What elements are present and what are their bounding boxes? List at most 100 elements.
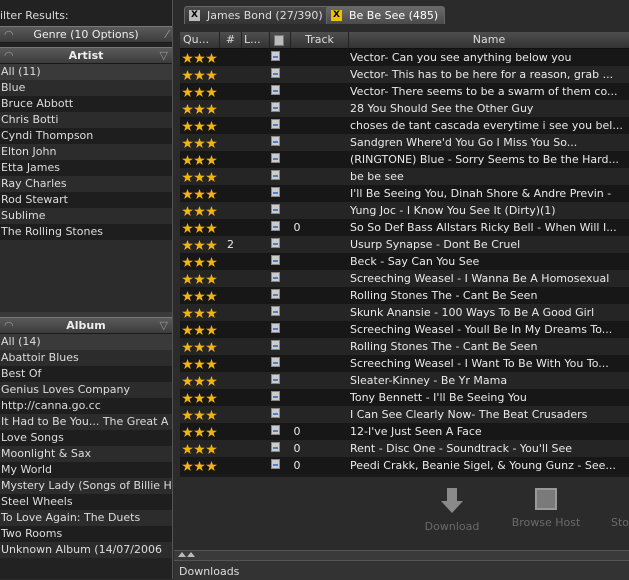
table-row[interactable]: choses de tant cascada everytime i see y… xyxy=(180,117,629,134)
row-track xyxy=(291,338,303,355)
table-row[interactable]: I Can See Clearly Now- The Beat Crusader… xyxy=(180,406,629,423)
column-number[interactable]: # xyxy=(220,32,242,49)
downloads-splitter[interactable] xyxy=(174,550,629,560)
table-row[interactable]: Tony Bennett - I'll Be Seeing You xyxy=(180,389,629,406)
star-icon xyxy=(206,376,217,386)
table-row[interactable]: Vector- There seems to be a swarm of the… xyxy=(180,83,629,100)
table-row[interactable]: Screeching Weasel - I Wanna Be A Homosex… xyxy=(180,270,629,287)
album-list-item[interactable]: Best Of xyxy=(0,366,172,382)
table-row[interactable]: (RINGTONE) Blue - Sorry Seems to Be the … xyxy=(180,151,629,168)
album-list-item[interactable]: Genius Loves Company xyxy=(0,382,172,398)
table-row[interactable]: I'll Be Seeing You, Dinah Shore & Andre … xyxy=(180,185,629,202)
table-row[interactable]: Rolling Stones The - Cant Be Seen xyxy=(180,287,629,304)
artist-list-item[interactable]: Elton John xyxy=(0,144,172,160)
column-file-type[interactable] xyxy=(270,32,291,49)
table-row[interactable]: 2 Usurp Synapse - Dont Be Cruel xyxy=(180,236,629,253)
album-header[interactable]: ◠ Album ▽ xyxy=(0,317,172,334)
row-track: 0 xyxy=(293,459,301,472)
artist-list-item[interactable]: Sublime xyxy=(0,208,172,224)
album-list-item[interactable]: Unknown Album (14/07/2006 xyxy=(0,542,172,558)
album-list-item[interactable]: My World xyxy=(0,462,172,478)
row-name: Screeching Weasel - Youll Be In My Dream… xyxy=(350,323,613,336)
row-name: choses de tant cascada everytime i see y… xyxy=(350,119,623,132)
star-icon xyxy=(206,359,217,369)
close-icon[interactable]: X xyxy=(189,10,200,21)
album-list-item[interactable]: Mystery Lady (Songs of Billie Ho xyxy=(0,478,172,494)
column-name[interactable]: Name xyxy=(349,32,629,49)
table-row[interactable]: Screeching Weasel - I Want To Be With Yo… xyxy=(180,355,629,372)
star-icon xyxy=(194,342,205,352)
table-row[interactable]: 0 Rent - Disc One - Soundtrack - You'll S… xyxy=(180,440,629,457)
table-row[interactable]: Skunk Anansie - 100 Ways To Be A Good Gi… xyxy=(180,304,629,321)
star-icon xyxy=(194,410,205,420)
table-row[interactable]: Sandgren Where'd You Go I Miss You So... xyxy=(180,134,629,151)
tab-be-be-see[interactable]: X Be Be See (485) xyxy=(326,6,446,24)
sort-icon[interactable]: ▽ xyxy=(160,48,168,63)
download-button[interactable]: Download xyxy=(407,488,497,533)
artist-list-item[interactable]: Bruce Abbott xyxy=(0,96,172,112)
album-list-item[interactable]: It Had to Be You... The Great A xyxy=(0,414,172,430)
table-row[interactable]: Beck - Say Can You See xyxy=(180,253,629,270)
album-list-item[interactable]: Abattoir Blues xyxy=(0,350,172,366)
artist-list-item[interactable]: Ray Charles xyxy=(0,176,172,192)
file-icon xyxy=(271,306,280,316)
collapse-icon[interactable]: ◠ xyxy=(4,27,14,42)
star-icon xyxy=(206,172,217,182)
collapse-icon[interactable]: ◠ xyxy=(4,318,14,333)
artist-header[interactable]: ◠ Artist ▽ xyxy=(0,47,172,64)
table-row[interactable]: Screeching Weasel - Youll Be In My Dream… xyxy=(180,321,629,338)
star-icon xyxy=(206,274,217,284)
stop-label: Sto xyxy=(611,516,629,529)
artist-list-item[interactable]: All (11) xyxy=(0,64,172,80)
downloads-bar[interactable]: Downloads xyxy=(174,560,629,580)
stop-button[interactable]: Sto xyxy=(611,488,629,529)
table-row[interactable]: Vector- This has to be here for a reason… xyxy=(180,66,629,83)
sort-icon[interactable]: ▽ xyxy=(160,318,168,333)
row-number xyxy=(220,355,241,372)
table-row[interactable]: Vector- Can you see anything below you xyxy=(180,49,629,66)
column-track[interactable]: Track xyxy=(291,32,349,49)
star-icon xyxy=(194,53,205,63)
row-track xyxy=(291,236,303,253)
album-list-item[interactable]: All (14) xyxy=(0,334,172,350)
artist-list-item[interactable]: The Rolling Stones xyxy=(0,224,172,240)
table-row[interactable]: Rolling Stones The - Cant Be Seen xyxy=(180,338,629,355)
column-quality[interactable]: Qu... xyxy=(180,32,220,49)
album-list-item[interactable]: http://canna.go.cc xyxy=(0,398,172,414)
table-row[interactable]: 0 So So Def Bass Allstars Ricky Bell - Wh… xyxy=(180,219,629,236)
browse-host-button[interactable]: Browse Host xyxy=(501,488,591,529)
artist-list-item[interactable]: Rod Stewart xyxy=(0,192,172,208)
artist-list-item[interactable]: Cyndi Thompson xyxy=(0,128,172,144)
table-row[interactable]: Yung Joc - I Know You See It (Dirty)(1) xyxy=(180,202,629,219)
artist-list-item[interactable]: Blue xyxy=(0,80,172,96)
star-icon xyxy=(206,444,217,454)
collapse-up-icon[interactable] xyxy=(178,552,186,557)
table-row[interactable]: 0 12-I've Just Seen A Face xyxy=(180,423,629,440)
close-icon[interactable]: X xyxy=(331,10,342,21)
album-list-item[interactable]: To Love Again: The Duets xyxy=(0,510,172,526)
row-number xyxy=(220,304,241,321)
star-icon xyxy=(194,87,205,97)
row-track xyxy=(291,406,303,423)
album-list-item[interactable]: Steel Wheels xyxy=(0,494,172,510)
table-row[interactable]: Sleater-Kinney - Be Yr Mama xyxy=(180,372,629,389)
artist-list-item[interactable]: Etta James xyxy=(0,160,172,176)
collapse-up-icon[interactable] xyxy=(187,552,195,557)
tab-james-bond[interactable]: X James Bond (27/390) xyxy=(184,6,330,24)
collapse-icon[interactable]: ◠ xyxy=(4,48,14,63)
album-list-item[interactable]: Two Rooms xyxy=(0,526,172,542)
row-track xyxy=(291,389,303,406)
genre-filter-bar[interactable]: ◠ Genre (10 Options) ⁄ xyxy=(0,26,172,43)
album-list-item[interactable]: Moonlight & Sax xyxy=(0,446,172,462)
table-row[interactable]: 28 You Should See the Other Guy xyxy=(180,100,629,117)
artist-list-item[interactable]: Chris Botti xyxy=(0,112,172,128)
artist-header-label: Artist xyxy=(68,49,104,62)
column-length[interactable]: L... xyxy=(242,32,270,49)
table-row[interactable]: be be see xyxy=(180,168,629,185)
row-track xyxy=(291,66,303,83)
row-number xyxy=(220,49,241,66)
quality-rating xyxy=(182,321,218,338)
expand-icon[interactable]: ⁄ xyxy=(166,27,168,42)
table-row[interactable]: 0 Peedi Crakk, Beanie Sigel, & Young Gunz… xyxy=(180,457,629,474)
album-list-item[interactable]: Love Songs xyxy=(0,430,172,446)
